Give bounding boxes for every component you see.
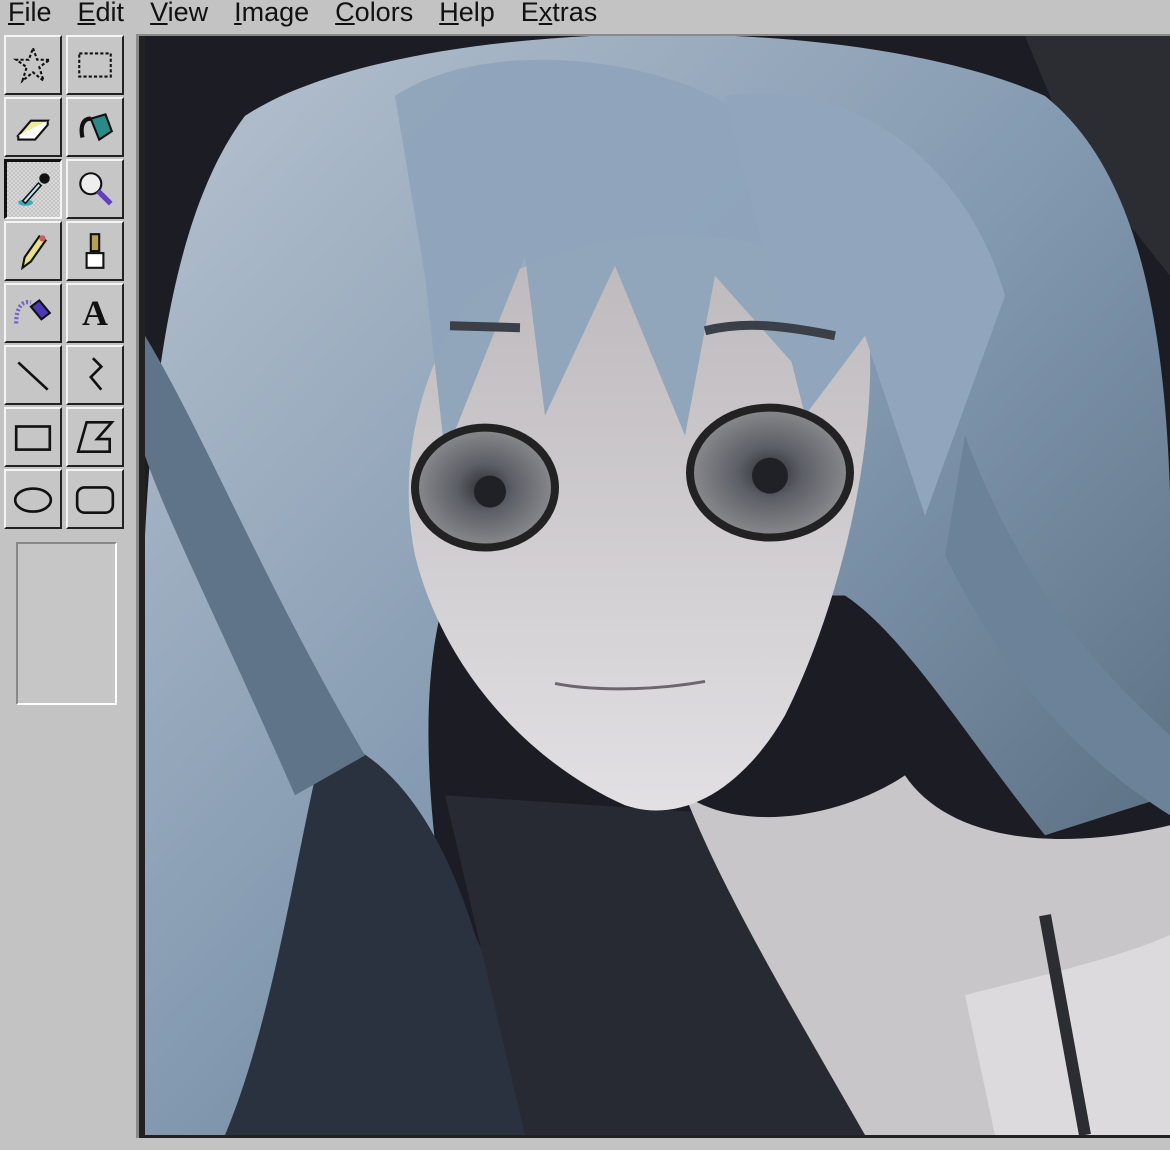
drawing-canvas[interactable] — [145, 36, 1170, 1135]
pick-color-tool[interactable] — [4, 159, 62, 219]
menu-bar: File Edit View Image Colors Help Extras — [0, 0, 1170, 32]
paint-bucket-icon — [79, 113, 114, 142]
menu-file[interactable]: File — [8, 0, 52, 28]
painting — [145, 36, 1170, 1135]
pencil-tool[interactable] — [4, 221, 62, 281]
tool-options-box[interactable] — [16, 542, 117, 705]
polygon-tool[interactable] — [66, 407, 124, 467]
brush-tool[interactable] — [66, 221, 124, 281]
brush-icon — [85, 233, 105, 269]
menu-edit[interactable]: Edit — [78, 0, 125, 28]
menu-view[interactable]: View — [150, 0, 208, 28]
menu-image[interactable]: Image — [234, 0, 309, 28]
polygon-icon — [76, 420, 115, 454]
rectangle-tool[interactable] — [4, 407, 62, 467]
rounded-rectangle-tool[interactable] — [66, 469, 124, 529]
airbrush-icon — [14, 298, 52, 324]
rounded-rectangle-icon — [75, 486, 115, 514]
curve-icon — [89, 357, 104, 391]
star-select-icon — [12, 45, 54, 84]
curve-tool[interactable] — [66, 345, 124, 405]
menu-colors[interactable]: Colors — [335, 0, 413, 28]
free-form-select-tool[interactable] — [4, 35, 62, 95]
ellipse-tool[interactable] — [4, 469, 62, 529]
eraser-icon — [16, 119, 50, 141]
text-icon: A — [82, 293, 108, 333]
text-tool[interactable]: A — [66, 283, 124, 343]
ellipse-icon — [13, 487, 53, 513]
menu-help[interactable]: Help — [439, 0, 495, 28]
eyedropper-icon — [17, 172, 50, 206]
pencil-icon — [20, 234, 48, 271]
airbrush-tool[interactable] — [4, 283, 62, 343]
line-icon — [17, 361, 49, 391]
magnifier-icon — [79, 172, 113, 206]
fill-tool[interactable] — [66, 97, 124, 157]
menu-extras[interactable]: Extras — [521, 0, 598, 28]
rect-select-icon — [78, 52, 112, 78]
line-tool[interactable] — [4, 345, 62, 405]
magnifier-tool[interactable] — [66, 159, 124, 219]
rectangle-select-tool[interactable] — [66, 35, 124, 95]
rectangle-icon — [14, 425, 52, 451]
eraser-tool[interactable] — [4, 97, 62, 157]
